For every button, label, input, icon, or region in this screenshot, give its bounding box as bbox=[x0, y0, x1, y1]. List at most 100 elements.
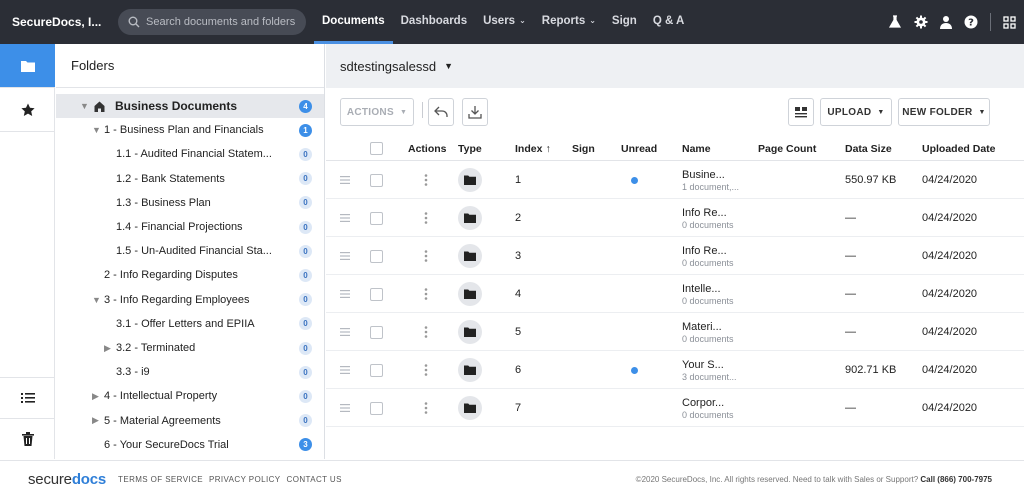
row-name[interactable]: Corpor... 0 documents bbox=[682, 389, 734, 427]
tree-item[interactable]: 6 - Your SecureDocs Trial 3 bbox=[56, 433, 324, 457]
table-row[interactable]: 1 Busine... 1 document,... 550.97 KB 04/24/2… bbox=[326, 161, 1024, 199]
support-phone[interactable]: Call (866) 700-7975 bbox=[920, 475, 992, 484]
column-sign[interactable]: Sign bbox=[572, 136, 595, 161]
row-checkbox[interactable] bbox=[370, 389, 383, 427]
chevron-right-icon[interactable]: ▶ bbox=[104, 343, 116, 354]
securedocs-logo[interactable]: securedocs bbox=[28, 471, 106, 488]
gear-icon[interactable] bbox=[914, 15, 928, 29]
new-folder-button[interactable]: NEW FOLDER ▼ bbox=[898, 98, 990, 126]
column-unread[interactable]: Unread bbox=[621, 136, 657, 161]
table-row[interactable]: 6 Your S... 3 document... 902.71 KB 04/24/20… bbox=[326, 351, 1024, 389]
tree-item[interactable]: 1.4 - Financial Projections 0 bbox=[56, 215, 324, 239]
undo-button[interactable] bbox=[428, 98, 454, 126]
tree-item[interactable]: ▼ Business Documents 4 bbox=[56, 94, 324, 118]
column-data-size[interactable]: Data Size bbox=[845, 136, 892, 161]
search-input[interactable]: Search documents and folders bbox=[118, 9, 306, 35]
row-name[interactable]: Materi... 0 documents bbox=[682, 313, 734, 351]
view-toggle-button[interactable] bbox=[788, 98, 814, 126]
column-uploaded-date[interactable]: Uploaded Date bbox=[922, 136, 996, 161]
flask-icon[interactable] bbox=[888, 15, 902, 29]
row-checkbox[interactable] bbox=[370, 275, 383, 313]
row-name[interactable]: Info Re... 0 documents bbox=[682, 199, 734, 237]
chevron-right-icon[interactable]: ▶ bbox=[92, 391, 104, 402]
tree-item[interactable]: ▶ 3.2 - Terminated 0 bbox=[56, 336, 324, 360]
terms-link[interactable]: TERMS OF SERVICE bbox=[118, 475, 203, 484]
row-checkbox[interactable] bbox=[370, 237, 383, 275]
drag-handle[interactable] bbox=[340, 275, 350, 313]
account-name[interactable]: SecureDocs, I... bbox=[0, 15, 110, 29]
drag-handle[interactable] bbox=[340, 389, 350, 427]
upload-button[interactable]: UPLOAD ▼ bbox=[820, 98, 892, 126]
row-actions-menu[interactable] bbox=[424, 237, 428, 275]
row-name[interactable]: Busine... 1 document,... bbox=[682, 161, 739, 199]
help-icon[interactable]: ? bbox=[964, 15, 978, 29]
row-name[interactable]: Intelle... 0 documents bbox=[682, 275, 734, 313]
table-row[interactable]: 2 Info Re... 0 documents — 04/24/2020 bbox=[326, 199, 1024, 237]
row-actions-menu[interactable] bbox=[424, 275, 428, 313]
tree-item[interactable]: ▶ 5 - Material Agreements 0 bbox=[56, 409, 324, 433]
row-actions-menu[interactable] bbox=[424, 161, 428, 199]
app-grid-icon[interactable] bbox=[1003, 15, 1016, 29]
actions-button[interactable]: ACTIONS ▼ bbox=[340, 98, 414, 126]
drag-handle[interactable] bbox=[340, 161, 350, 199]
tree-item[interactable]: 1.5 - Un-Audited Financial Sta... 0 bbox=[56, 239, 324, 263]
tree-item[interactable]: 3.1 - Offer Letters and EPIIA 0 bbox=[56, 312, 324, 336]
contact-link[interactable]: CONTACT US bbox=[287, 475, 342, 484]
tree-item[interactable]: ▼ 3 - Info Regarding Employees 0 bbox=[56, 288, 324, 312]
drag-handle[interactable] bbox=[340, 237, 350, 275]
folder-icon bbox=[464, 403, 476, 413]
column-name[interactable]: Name bbox=[682, 136, 711, 161]
tree-item[interactable]: 3.3 - i9 0 bbox=[56, 360, 324, 384]
nav-dashboards[interactable]: Dashboards bbox=[393, 0, 475, 44]
row-name[interactable]: Your S... 3 document... bbox=[682, 351, 737, 389]
nav-label: Users bbox=[483, 14, 516, 27]
tree-item[interactable]: 1.1 - Audited Financial Statem... 0 bbox=[56, 142, 324, 166]
drag-handle[interactable] bbox=[340, 351, 350, 389]
table-row[interactable]: 4 Intelle... 0 documents — 04/24/2020 bbox=[326, 275, 1024, 313]
table-row[interactable]: 7 Corpor... 0 documents — 04/24/2020 bbox=[326, 389, 1024, 427]
chevron-right-icon[interactable]: ▶ bbox=[92, 415, 104, 426]
drag-handle[interactable] bbox=[340, 199, 350, 237]
row-actions-menu[interactable] bbox=[424, 313, 428, 351]
unread-dot bbox=[631, 161, 638, 199]
nav-users[interactable]: Users ⌄ bbox=[475, 0, 534, 44]
folder-selector[interactable]: sdtestingsalessd ▼ bbox=[326, 44, 1024, 88]
select-all-checkbox[interactable] bbox=[370, 136, 383, 161]
row-checkbox[interactable] bbox=[370, 351, 383, 389]
tree-item[interactable]: 1.2 - Bank Statements 0 bbox=[56, 167, 324, 191]
row-checkbox[interactable] bbox=[370, 161, 383, 199]
chevron-down-icon[interactable]: ▼ bbox=[80, 101, 92, 111]
user-icon[interactable] bbox=[940, 15, 952, 29]
nav-q-a[interactable]: Q & A bbox=[645, 0, 693, 44]
row-checkbox[interactable] bbox=[370, 313, 383, 351]
column-type[interactable]: Type bbox=[458, 136, 482, 161]
rail-trash-button[interactable] bbox=[0, 419, 55, 459]
row-name[interactable]: Info Re... 0 documents bbox=[682, 237, 734, 275]
nav-reports[interactable]: Reports ⌄ bbox=[534, 0, 604, 44]
chevron-down-icon[interactable]: ▼ bbox=[92, 125, 104, 135]
row-actions-menu[interactable] bbox=[424, 351, 428, 389]
rail-favorites-button[interactable] bbox=[0, 88, 55, 132]
column-actions[interactable]: Actions bbox=[408, 136, 447, 161]
chevron-down-icon[interactable]: ▼ bbox=[92, 295, 104, 305]
tree-item[interactable]: 1.3 - Business Plan 0 bbox=[56, 191, 324, 215]
download-button[interactable] bbox=[462, 98, 488, 126]
column-index[interactable]: Index ↑ bbox=[515, 136, 551, 161]
row-checkbox[interactable] bbox=[370, 199, 383, 237]
nav-documents[interactable]: Documents bbox=[314, 0, 393, 44]
row-actions-menu[interactable] bbox=[424, 199, 428, 237]
drag-handle[interactable] bbox=[340, 313, 350, 351]
rail-folders-button[interactable] bbox=[0, 44, 55, 88]
row-actions-menu[interactable] bbox=[424, 389, 428, 427]
row-data-size: — bbox=[845, 326, 856, 338]
table-row[interactable]: 5 Materi... 0 documents — 04/24/2020 bbox=[326, 313, 1024, 351]
count-badge: 0 bbox=[299, 341, 312, 355]
column-page-count[interactable]: Page Count bbox=[758, 136, 816, 161]
tree-item[interactable]: ▼ 1 - Business Plan and Financials 1 bbox=[56, 118, 324, 142]
tree-item[interactable]: 2 - Info Regarding Disputes 0 bbox=[56, 263, 324, 287]
rail-list-button[interactable] bbox=[0, 378, 55, 419]
tree-item[interactable]: ▶ 4 - Intellectual Property 0 bbox=[56, 384, 324, 408]
table-row[interactable]: 3 Info Re... 0 documents — 04/24/2020 bbox=[326, 237, 1024, 275]
privacy-link[interactable]: PRIVACY POLICY bbox=[209, 475, 281, 484]
nav-sign[interactable]: Sign bbox=[604, 0, 645, 44]
